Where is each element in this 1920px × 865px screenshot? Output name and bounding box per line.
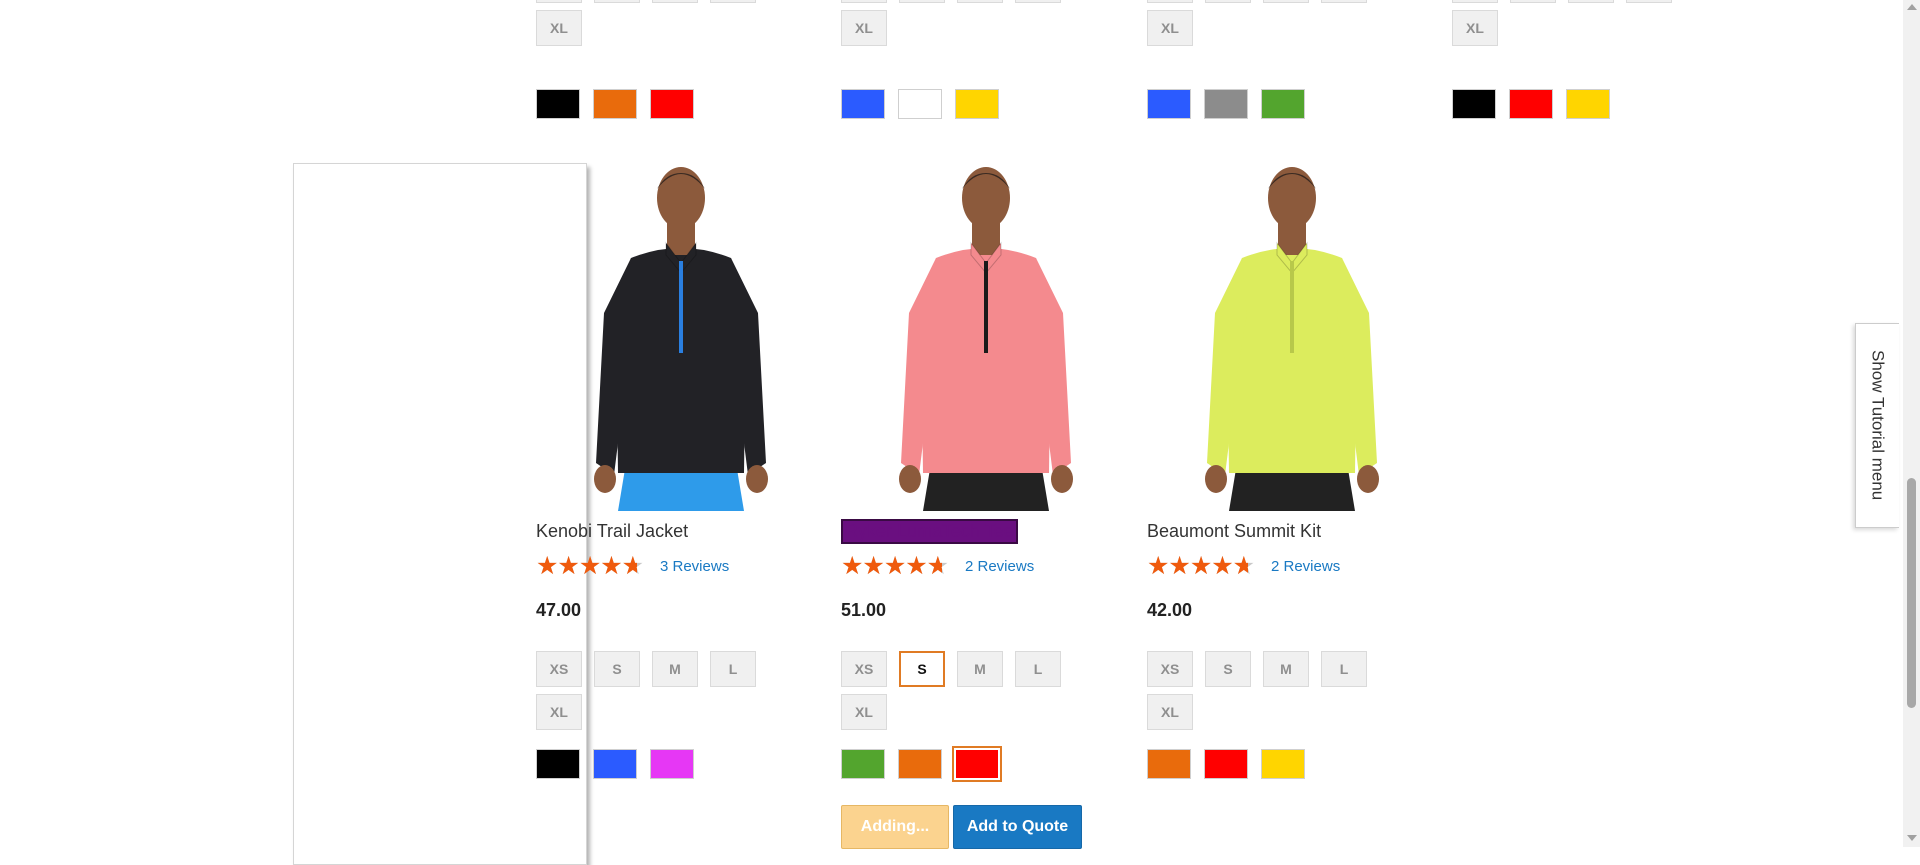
- color-swatch[interactable]: [1147, 749, 1191, 779]
- size-option-xl[interactable]: XL: [841, 694, 887, 730]
- size-option-s[interactable]: S: [594, 651, 640, 687]
- size-option-xl[interactable]: XL: [536, 694, 582, 730]
- product-photo[interactable]: [1167, 163, 1417, 511]
- stars-filled: ★★★★★: [841, 555, 942, 577]
- size-option-l[interactable]: L: [1015, 651, 1061, 687]
- size-option-xs[interactable]: XS: [536, 651, 582, 687]
- product-photo[interactable]: [556, 163, 806, 511]
- color-swatch[interactable]: [1261, 749, 1305, 779]
- color-swatch[interactable]: [841, 749, 885, 779]
- color-swatches: [536, 749, 776, 779]
- size-option-s[interactable]: S: [899, 651, 945, 687]
- product-name-link[interactable]: Ryker LumaTech Tee: [841, 519, 1018, 544]
- size-option-xs[interactable]: XS: [841, 651, 887, 687]
- size-options: XS SML XL: [1147, 651, 1387, 731]
- size-option-m[interactable]: M: [957, 651, 1003, 687]
- show-tutorial-menu-tab[interactable]: Show Tutorial menu: [1855, 323, 1899, 528]
- product-rating: ★★★★★ ★★★★★ 2 Reviews: [1147, 554, 1340, 579]
- size-option-l[interactable]: L: [1321, 651, 1367, 687]
- size-options: XS SML XL: [841, 651, 1081, 731]
- color-swatch[interactable]: [536, 749, 580, 779]
- product-name-link[interactable]: Kenobi Trail Jacket: [536, 521, 688, 542]
- add-to-quote-button[interactable]: Add to Quote: [953, 805, 1082, 849]
- color-swatches: [1147, 749, 1387, 779]
- size-option-s[interactable]: S: [1205, 651, 1251, 687]
- color-swatches: [841, 746, 1081, 782]
- product-price: 47.00: [536, 600, 582, 620]
- size-options: XS SML XL: [536, 651, 776, 731]
- page-scrollbar[interactable]: [1903, 0, 1920, 847]
- reviews-link[interactable]: 2 Reviews: [1271, 558, 1340, 575]
- scroll-down-arrow-icon[interactable]: [1907, 835, 1917, 841]
- product-rating: ★★★★★ ★★★★★ 3 Reviews: [536, 554, 729, 579]
- product-price: 42.00: [1147, 600, 1193, 620]
- product-name-link[interactable]: Beaumont Summit Kit: [1147, 521, 1321, 542]
- product-price: 51.00: [841, 600, 887, 620]
- tutorial-tab-label: Show Tutorial menu: [1868, 350, 1888, 501]
- size-option-xs[interactable]: XS: [1147, 651, 1193, 687]
- color-swatch[interactable]: [952, 746, 1002, 782]
- size-option-m[interactable]: M: [652, 651, 698, 687]
- add-to-cart-button[interactable]: Adding...: [841, 805, 949, 849]
- rating-stars-icon: ★★★★★ ★★★★★: [1147, 554, 1259, 579]
- rating-stars-icon: ★★★★★ ★★★★★: [536, 554, 648, 579]
- color-swatch[interactable]: [593, 749, 637, 779]
- color-swatch[interactable]: [650, 749, 694, 779]
- size-option-m[interactable]: M: [1263, 651, 1309, 687]
- product-item: Ryker LumaTech Tee ★★★★★ ★★★★★ 2 Reviews 51.…: [841, 163, 1131, 853]
- stars-filled: ★★★★★: [536, 555, 637, 577]
- product-photo[interactable]: [861, 163, 1111, 511]
- product-item: Kenobi Trail Jacket ★★★★★ ★★★★★ 3 Reviews 47…: [536, 163, 826, 853]
- reviews-link[interactable]: 3 Reviews: [660, 558, 729, 575]
- product-grid-row: Kenobi Trail Jacket ★★★★★ ★★★★★ 3 Reviews 47…: [536, 0, 1756, 849]
- color-swatch[interactable]: [1204, 749, 1248, 779]
- scrollbar-thumb[interactable]: [1907, 478, 1916, 708]
- size-option-l[interactable]: L: [710, 651, 756, 687]
- color-swatch[interactable]: [898, 749, 942, 779]
- rating-stars-icon: ★★★★★ ★★★★★: [841, 554, 953, 579]
- size-option-xl[interactable]: XL: [1147, 694, 1193, 730]
- product-item: Beaumont Summit Kit ★★★★★ ★★★★★ 2 Reviews 42…: [1147, 163, 1437, 853]
- reviews-link[interactable]: 2 Reviews: [965, 558, 1034, 575]
- stars-filled: ★★★★★: [1147, 555, 1248, 577]
- product-rating: ★★★★★ ★★★★★ 2 Reviews: [841, 554, 1034, 579]
- scroll-up-arrow-icon[interactable]: [1907, 4, 1917, 10]
